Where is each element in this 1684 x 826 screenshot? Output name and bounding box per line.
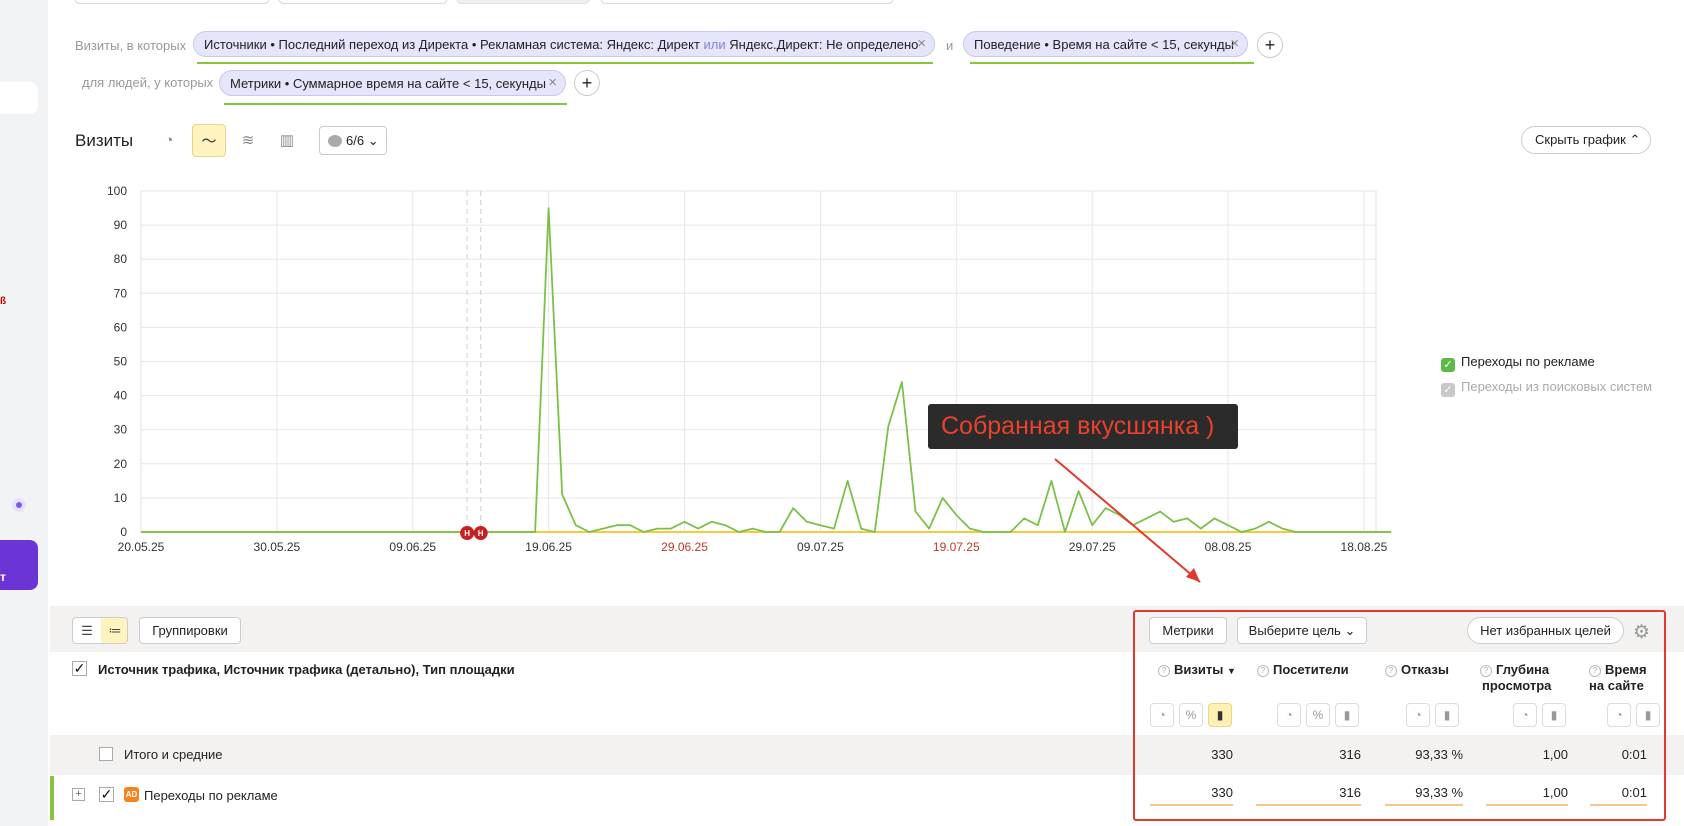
- y-tick-label: 40: [114, 389, 128, 403]
- row-checkbox[interactable]: ✓: [99, 787, 114, 802]
- x-tick-label: 29.06.25: [661, 540, 708, 554]
- x-tick-label: 20.05.25: [118, 540, 165, 554]
- checkbox-checked-icon: ✓: [1441, 358, 1455, 372]
- row-label[interactable]: Переходы по рекламе: [144, 788, 278, 803]
- view-mode-toggle[interactable]: ☰ ≔: [72, 617, 128, 644]
- y-tick-label: 0: [120, 525, 127, 539]
- highlight-frame: [1133, 610, 1666, 821]
- y-tick-label: 20: [114, 457, 128, 471]
- x-tick-label: 18.08.25: [1341, 540, 1388, 554]
- checkbox-checked-icon: ✓: [1441, 383, 1455, 397]
- annotation-callout: Собранная вкусшянка ): [928, 404, 1238, 449]
- legend-item-search[interactable]: ✓ Переходы из поисковых систем: [1441, 379, 1652, 397]
- y-tick-label: 30: [114, 423, 128, 437]
- y-tick-label: 80: [114, 252, 128, 266]
- totals-label: Итого и средние: [124, 747, 223, 762]
- y-tick-label: 50: [114, 355, 128, 369]
- x-tick-label: 19.07.25: [933, 540, 980, 554]
- y-tick-label: 10: [114, 491, 128, 505]
- y-tick-label: 60: [114, 320, 128, 334]
- totals-checkbox[interactable]: [99, 747, 113, 761]
- x-tick-label: 19.06.25: [525, 540, 572, 554]
- list-view-icon[interactable]: ☰: [73, 618, 101, 643]
- x-tick-label: 30.05.25: [254, 540, 301, 554]
- y-tick-label: 100: [107, 184, 127, 198]
- groupings-button[interactable]: Группировки: [139, 617, 241, 644]
- x-tick-label: 09.07.25: [797, 540, 844, 554]
- dimension-checkbox[interactable]: ✓: [72, 661, 87, 676]
- y-tick-label: 70: [114, 286, 128, 300]
- visits-chart: 100908070605040302010020.05.25 30.05.25 09…: [107, 184, 1392, 583]
- expand-row-icon[interactable]: +: [72, 788, 85, 801]
- ad-badge-icon: AD: [124, 787, 139, 802]
- dimension-title: Источник трафика, Источник трафика (дета…: [98, 662, 515, 677]
- row-indicator: [50, 776, 54, 820]
- y-tick-label: 90: [114, 218, 128, 232]
- event-marker-label: Н: [464, 529, 470, 538]
- callout-arrowhead: [1186, 568, 1200, 582]
- tree-view-icon[interactable]: ≔: [101, 618, 127, 643]
- legend-item-ads[interactable]: ✓ Переходы по рекламе: [1441, 354, 1595, 372]
- x-tick-label: 08.08.25: [1205, 540, 1252, 554]
- x-tick-label: 09.06.25: [389, 540, 436, 554]
- series-line: [141, 207, 1392, 533]
- x-tick-label: 29.07.25: [1069, 540, 1116, 554]
- event-marker-label: Н: [478, 529, 484, 538]
